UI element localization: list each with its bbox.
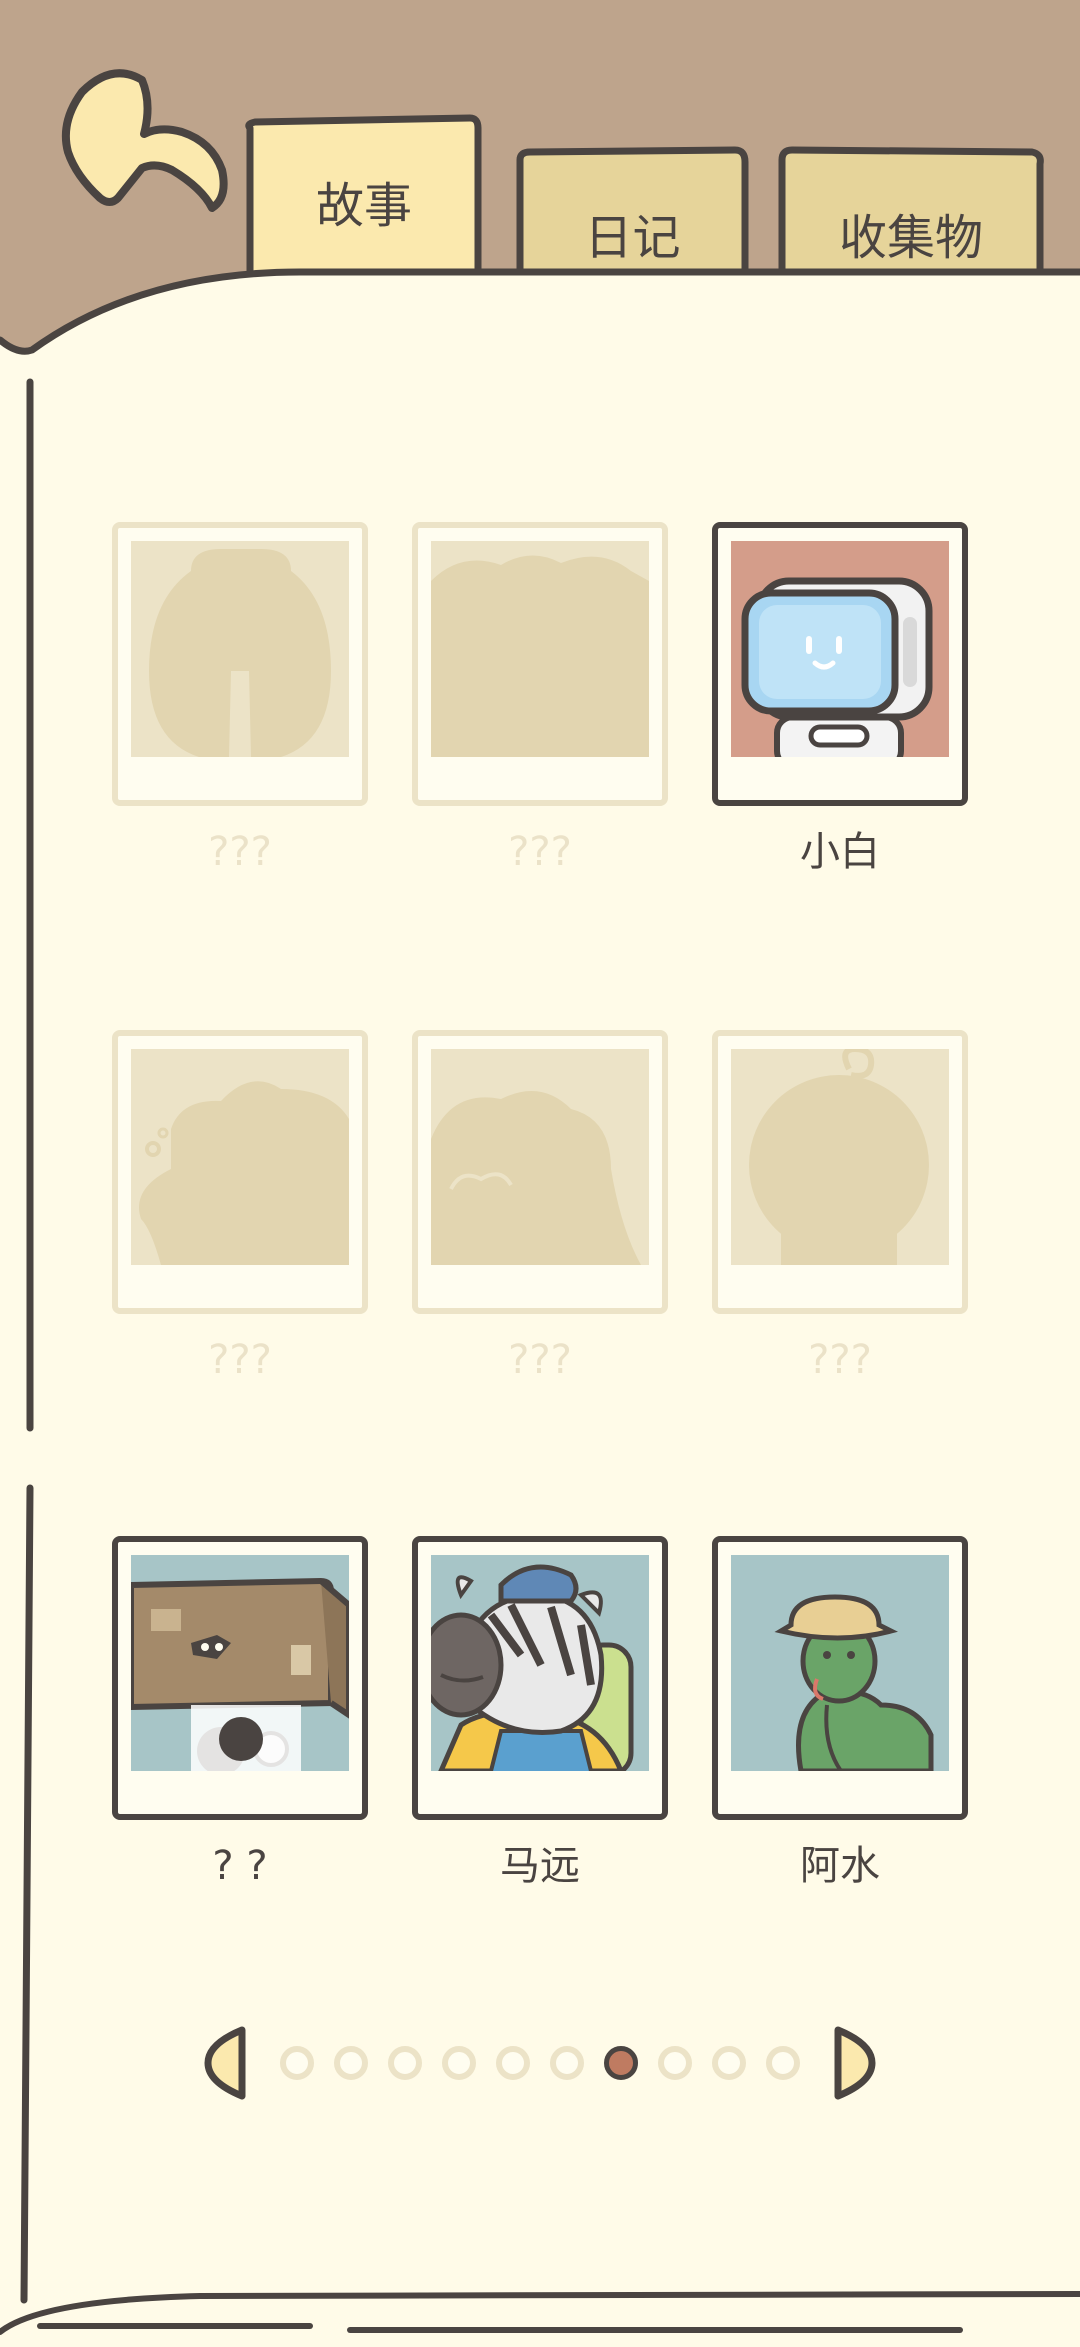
character-card-9[interactable] — [712, 1536, 968, 1820]
character-card-5[interactable] — [412, 1030, 668, 1314]
robot-tv-head-icon — [741, 577, 933, 757]
page-dot-1[interactable] — [280, 2046, 314, 2080]
green-snake-hat-icon — [774, 1594, 934, 1771]
character-name-7: ? ? — [212, 1843, 268, 1889]
page-dot-2[interactable] — [334, 2046, 368, 2080]
locked-silhouette-curly — [431, 1049, 649, 1265]
portrait-zebra — [431, 1555, 649, 1771]
character-name-4: ??? — [208, 1337, 272, 1383]
tab-diary[interactable]: 日记 — [520, 214, 745, 262]
page-dot-9[interactable] — [712, 2046, 746, 2080]
character-name-5: ??? — [508, 1337, 572, 1383]
tab-collection[interactable]: 收集物 — [782, 214, 1040, 262]
character-name-9: 阿水 — [800, 1843, 880, 1889]
character-name-6: ??? — [808, 1337, 872, 1383]
locked-silhouette-cat — [131, 1049, 349, 1265]
tab-diary-label: 日记 — [584, 210, 681, 266]
character-card-1[interactable] — [112, 522, 368, 806]
portrait-snake — [731, 1555, 949, 1771]
character-card-7[interactable] — [112, 1536, 368, 1820]
character-card-6[interactable] — [712, 1030, 968, 1314]
zebra-helmet-icon — [431, 1564, 634, 1771]
tab-collection-label: 收集物 — [838, 210, 983, 266]
page-dot-8[interactable] — [658, 2046, 692, 2080]
character-name-1: ??? — [208, 829, 272, 875]
character-name-2: ??? — [508, 829, 572, 875]
page-dot-4[interactable] — [442, 2046, 476, 2080]
character-card-2[interactable] — [412, 522, 668, 806]
back-button[interactable] — [52, 58, 232, 228]
locked-silhouette-bear — [131, 541, 349, 757]
character-name-8: 马远 — [500, 1843, 580, 1889]
page-dot-5[interactable] — [496, 2046, 530, 2080]
page-dot-3[interactable] — [388, 2046, 422, 2080]
character-name-3: 小白 — [800, 829, 880, 875]
locked-silhouette-cloud — [431, 541, 649, 757]
tab-story-label: 故事 — [315, 178, 412, 234]
right-arrow-icon — [834, 2026, 876, 2100]
page-dot-7[interactable] — [604, 2046, 638, 2080]
character-card-3[interactable] — [712, 522, 968, 806]
portrait-box-head — [131, 1555, 349, 1771]
left-arrow-icon — [204, 2026, 246, 2100]
portrait-robot — [731, 541, 949, 757]
box-head-icon — [131, 1577, 349, 1771]
next-page-button[interactable] — [830, 2024, 878, 2102]
page-dot-6[interactable] — [550, 2046, 584, 2080]
tab-story[interactable]: 故事 — [250, 182, 478, 230]
back-arrow-icon — [61, 69, 228, 212]
prev-page-button[interactable] — [202, 2024, 250, 2102]
character-card-4[interactable] — [112, 1030, 368, 1314]
page-dot-10[interactable] — [766, 2046, 800, 2080]
character-card-8[interactable] — [412, 1536, 668, 1820]
locked-silhouette-sprout — [731, 1049, 949, 1265]
